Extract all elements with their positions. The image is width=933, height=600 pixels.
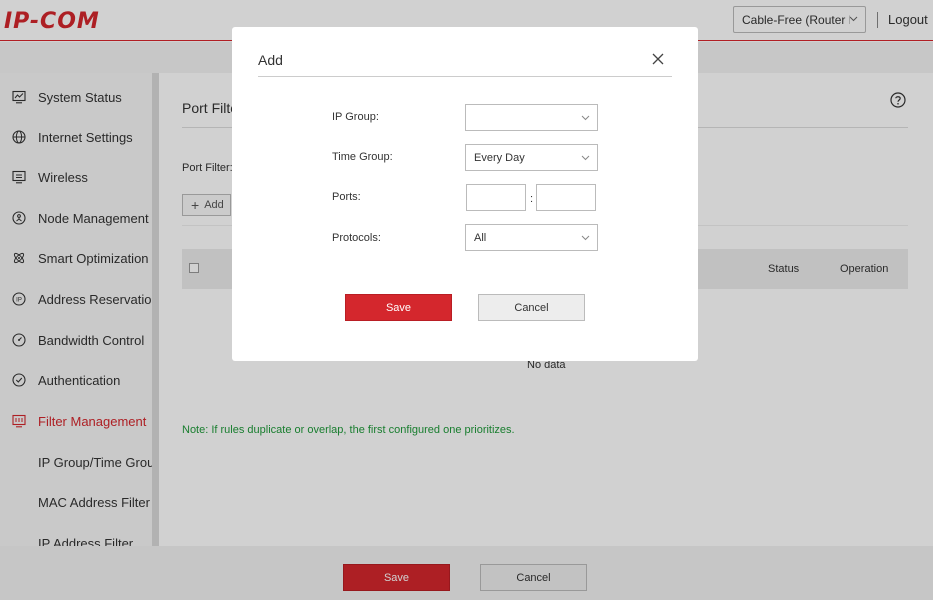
time-group-label: Time Group: bbox=[332, 151, 393, 163]
ip-group-select[interactable] bbox=[465, 104, 598, 131]
ip-group-label: IP Group: bbox=[332, 111, 379, 123]
chevron-down-icon bbox=[581, 155, 590, 161]
add-dialog: Add IP Group: Time Group: Every Day Port… bbox=[232, 27, 698, 361]
close-icon[interactable] bbox=[652, 53, 664, 65]
port-range-separator: : bbox=[530, 193, 534, 205]
port-start-input[interactable] bbox=[466, 184, 526, 211]
dialog-save-button[interactable]: Save bbox=[345, 294, 452, 321]
chevron-down-icon bbox=[581, 115, 590, 121]
protocols-select[interactable]: All bbox=[465, 224, 598, 251]
protocols-label: Protocols: bbox=[332, 232, 381, 244]
time-group-value: Every Day bbox=[474, 151, 525, 164]
ports-label: Ports: bbox=[332, 191, 361, 203]
chevron-down-icon bbox=[581, 235, 590, 241]
port-end-input[interactable] bbox=[536, 184, 596, 211]
time-group-select[interactable]: Every Day bbox=[465, 144, 598, 171]
protocols-value: All bbox=[474, 231, 487, 244]
dialog-title: Add bbox=[258, 52, 283, 68]
dialog-cancel-button[interactable]: Cancel bbox=[478, 294, 585, 321]
dialog-title-divider bbox=[258, 76, 672, 77]
